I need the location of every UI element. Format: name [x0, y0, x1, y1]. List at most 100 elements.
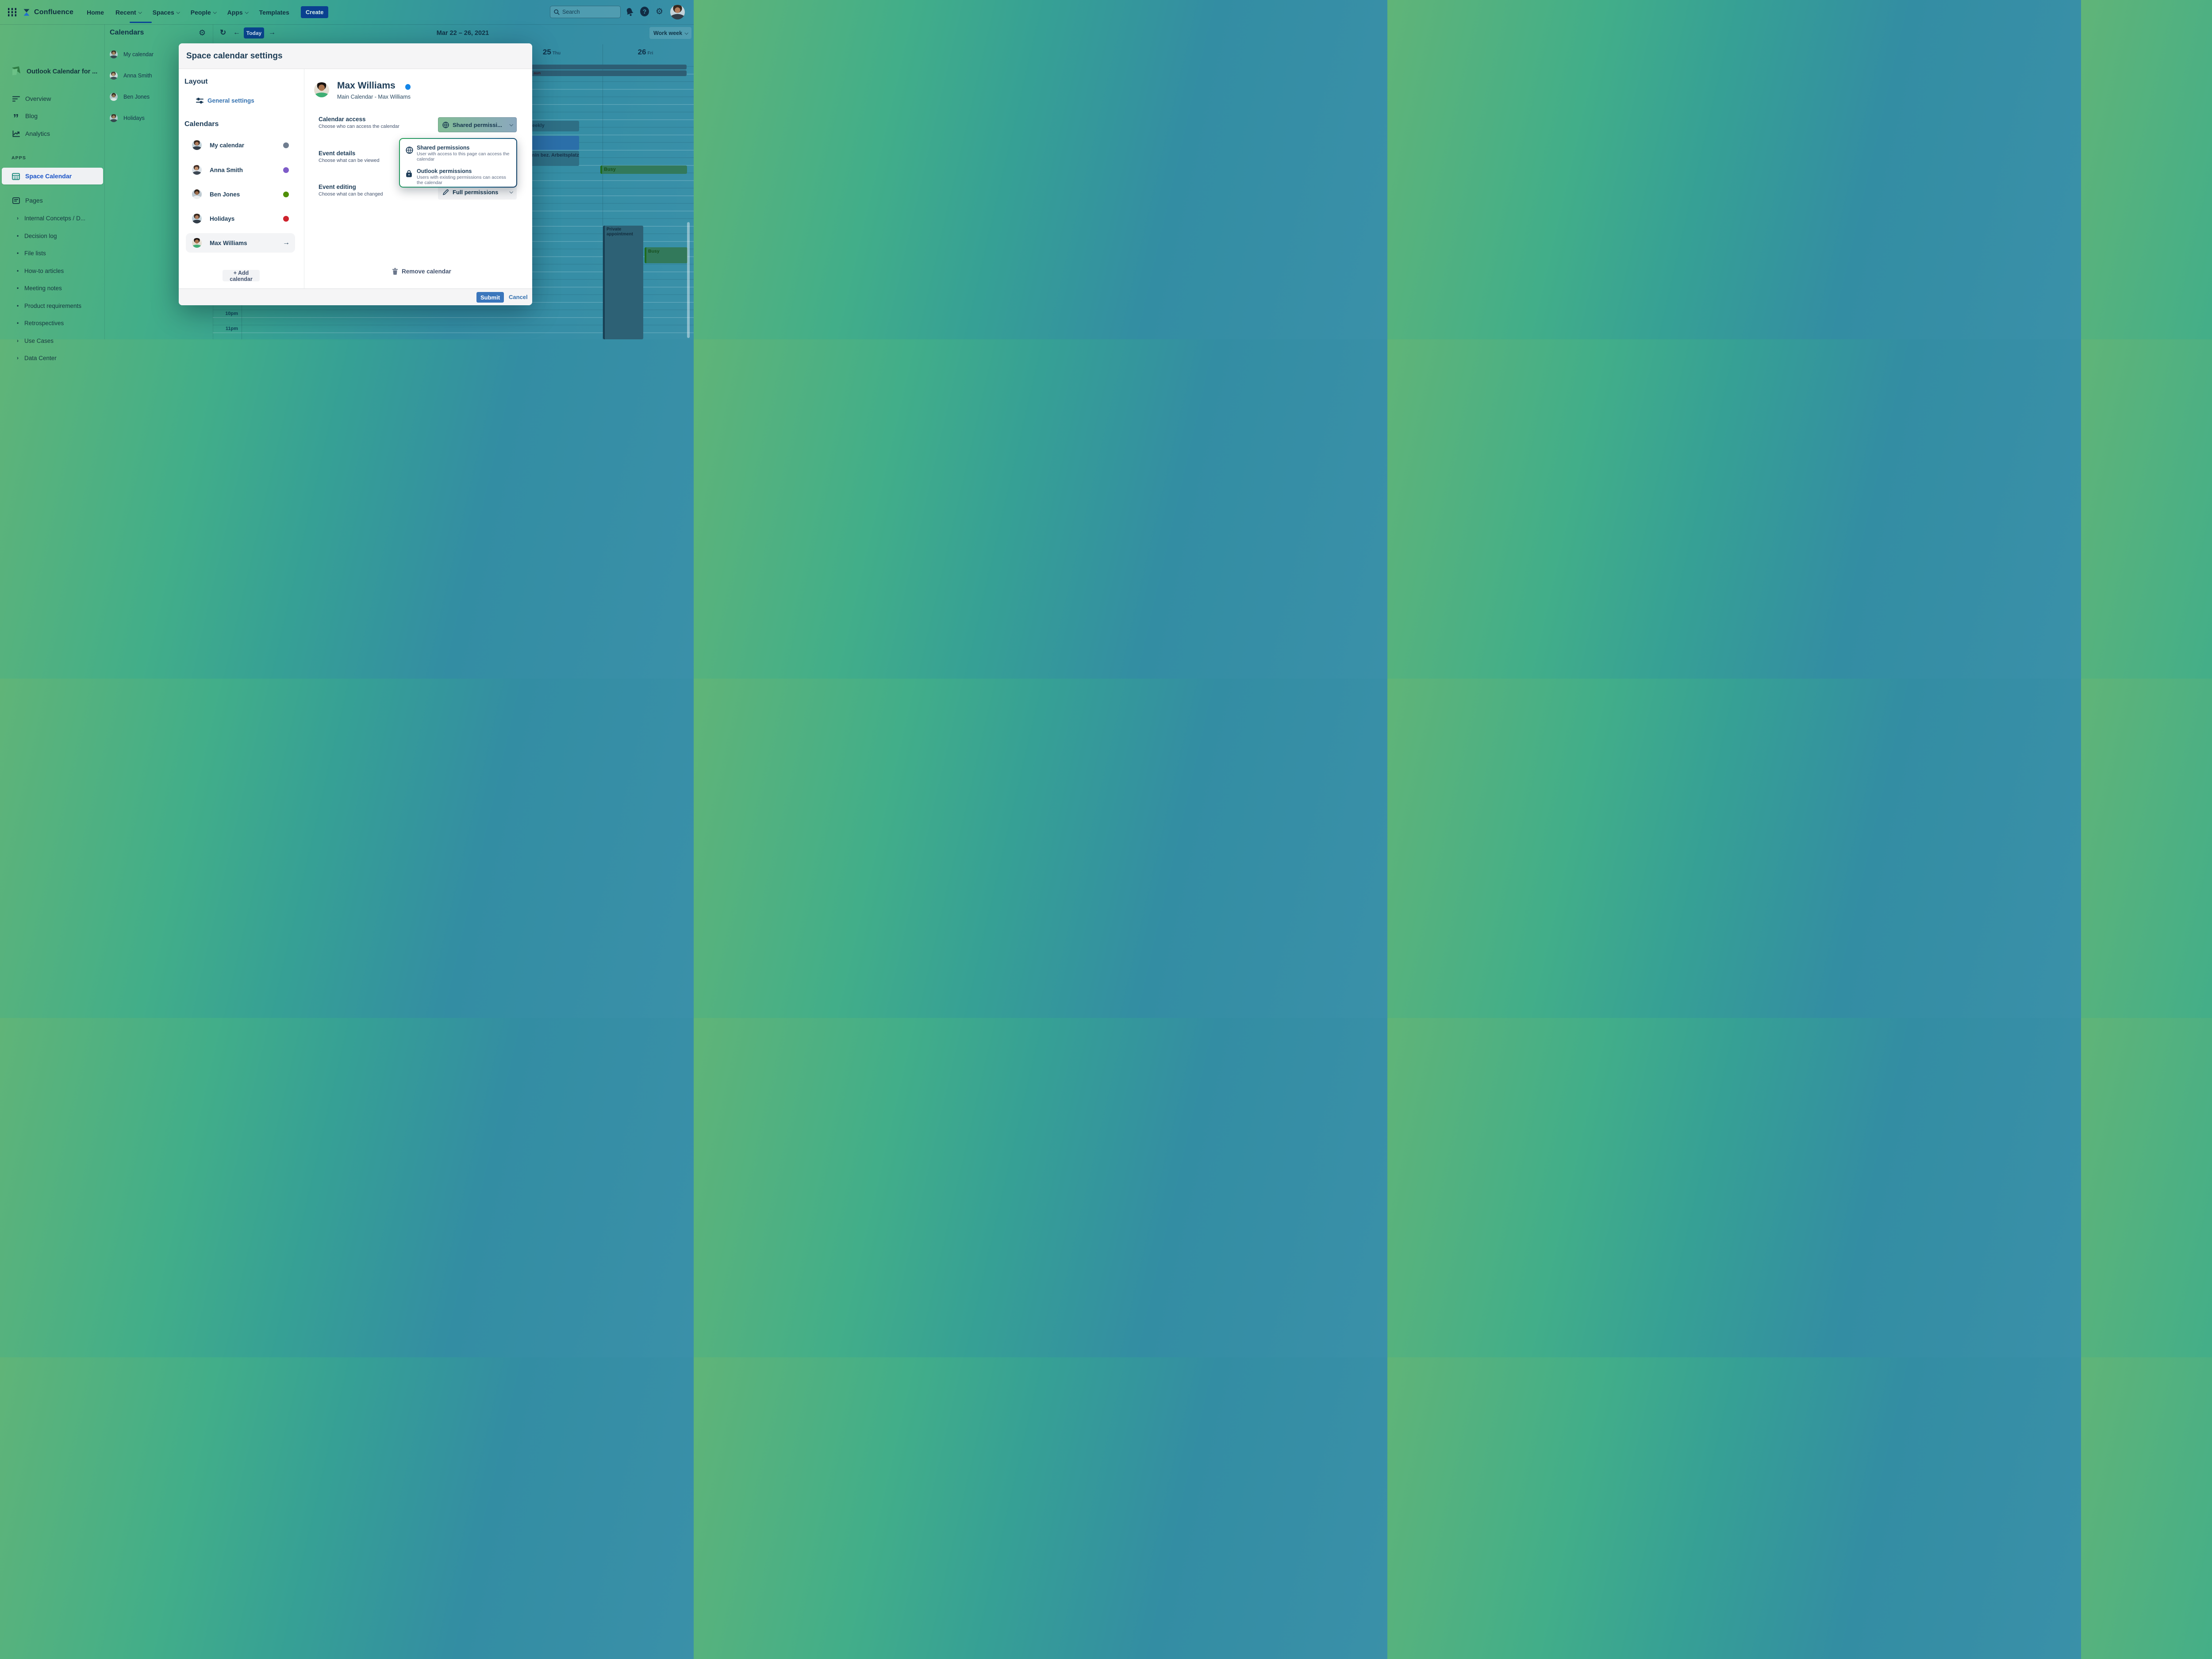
create-button[interactable]: Create	[301, 6, 328, 18]
sidebar-page-item[interactable]: •File lists	[0, 247, 105, 259]
modal-calendar-holidays[interactable]: Holidays	[186, 209, 295, 228]
event-editing-label: Event editing	[319, 184, 356, 190]
modal-calendar-max-williams[interactable]: Max Williams →	[186, 233, 295, 253]
bullet-icon: •	[17, 268, 23, 274]
avatar	[192, 238, 202, 248]
chevron-right-icon: ›	[17, 215, 23, 221]
avatar	[110, 114, 118, 122]
pages-icon	[12, 197, 20, 204]
notification-bell-icon[interactable]	[626, 8, 634, 17]
event-details-sub: Choose what can be viewed	[319, 158, 380, 163]
color-dot[interactable]	[283, 216, 289, 222]
calendar-access-dropdown: Shared permissions User with access to t…	[399, 138, 517, 188]
event-details-label: Event details	[319, 150, 355, 157]
dropdown-option-shared-permissions[interactable]: Shared permissions User with access to t…	[400, 145, 516, 166]
chevron-right-icon: ›	[17, 355, 23, 361]
refresh-icon[interactable]: ↻	[220, 28, 226, 37]
sidebar-page-item[interactable]: •Decision log	[0, 230, 105, 242]
search-input[interactable]	[562, 9, 611, 15]
nav-home[interactable]: Home	[87, 9, 104, 16]
view-mode-select[interactable]: Work week	[649, 27, 691, 39]
user-avatar[interactable]	[670, 5, 685, 19]
sidebar-page-item[interactable]: •Meeting notes	[0, 282, 105, 294]
lock-icon	[406, 170, 412, 180]
detail-subtitle: Main Calendar - Max Williams	[337, 94, 411, 100]
calendars-heading: Calendars	[184, 120, 219, 128]
scrollbar-thumb[interactable]	[687, 222, 690, 338]
avatar	[192, 165, 202, 175]
day-header-thu[interactable]: 25Thu	[525, 48, 578, 57]
add-calendar-button[interactable]: + Add calendar	[223, 270, 260, 281]
prev-arrow-icon[interactable]: ←	[233, 29, 240, 37]
quote-icon: ”	[12, 111, 20, 120]
nav-recent[interactable]: Recent	[115, 9, 141, 16]
sidebar-item-space-calendar[interactable]: Space Calendar	[2, 168, 103, 184]
dropdown-option-outlook-permissions[interactable]: Outlook permissions Users with existing …	[400, 168, 516, 189]
day-header-fri[interactable]: 26Fri	[619, 48, 672, 57]
sidebar-page-item[interactable]: •How-to articles	[0, 265, 105, 277]
search-icon	[554, 9, 560, 15]
avatar	[110, 72, 118, 80]
nav-spaces[interactable]: Spaces	[153, 9, 179, 16]
color-dot[interactable]	[283, 192, 289, 197]
settings-gear-icon[interactable]: ⚙	[656, 7, 663, 17]
chevron-down-icon	[509, 123, 513, 126]
calendar-access-select[interactable]: Shared permissi...	[438, 117, 517, 132]
today-button[interactable]: Today	[244, 27, 264, 38]
cancel-button[interactable]: Cancel	[509, 294, 528, 300]
event-private-appointment[interactable]: Private appointment	[603, 226, 643, 339]
modal-calendar-ben-jones[interactable]: Ben Jones	[186, 184, 295, 204]
sidebar-item-pages[interactable]: Pages	[0, 194, 105, 207]
globe-icon	[406, 146, 413, 156]
general-settings-item[interactable]: General settings	[196, 97, 254, 104]
layout-heading: Layout	[184, 78, 207, 86]
color-dot[interactable]	[283, 167, 289, 173]
nav-people[interactable]: People	[191, 9, 216, 16]
space-logo-icon	[10, 65, 22, 77]
search-box[interactable]	[550, 6, 621, 18]
trash-icon	[392, 268, 398, 275]
calendar-icon	[12, 173, 20, 180]
nav-templates[interactable]: Templates	[259, 9, 289, 16]
app-grid-icon[interactable]	[8, 8, 16, 16]
event-editing-sub: Choose what can be changed	[319, 192, 383, 197]
arrow-right-icon: →	[283, 239, 290, 247]
chevron-down-icon	[245, 10, 248, 14]
detail-name: Max Williams	[337, 81, 396, 91]
sidebar-page-item[interactable]: ›Use Cases	[0, 334, 105, 347]
pencil-icon	[442, 189, 449, 196]
next-arrow-icon[interactable]: →	[269, 29, 276, 37]
sidebar-page-item[interactable]: ›Internal Concetps / D...	[0, 212, 105, 224]
chevron-down-icon	[176, 10, 180, 14]
sidebar-item-blog[interactable]: ” Blog	[0, 109, 105, 123]
submit-button[interactable]: Submit	[476, 292, 504, 303]
bullet-icon: •	[17, 303, 23, 309]
avatar	[110, 93, 118, 101]
date-range-label: Mar 22 – 26, 2021	[427, 30, 498, 37]
time-label: 11pm	[215, 326, 238, 331]
modal-calendar-my-calendar[interactable]: My calendar	[186, 135, 295, 155]
sidebar-item-overview[interactable]: Overview	[0, 92, 105, 105]
space-title[interactable]: Outlook Calendar for ...	[27, 68, 101, 75]
modal-calendar-anna-smith[interactable]: Anna Smith	[186, 160, 295, 180]
modal-header: Space calendar settings	[179, 43, 532, 69]
sidebar-page-item[interactable]: •Product requirements	[0, 300, 105, 312]
bullet-icon: •	[17, 285, 23, 291]
sidebar-page-item[interactable]: ›Data Center	[0, 352, 105, 364]
event-busy[interactable]: Busy	[600, 165, 687, 174]
overview-icon	[12, 96, 20, 102]
sidebar-item-analytics[interactable]: Analytics	[0, 127, 105, 140]
calendar-settings-gear-icon[interactable]: ⚙	[199, 28, 206, 38]
avatar	[192, 189, 202, 199]
bullet-icon: •	[17, 320, 23, 326]
remove-calendar-button[interactable]: Remove calendar	[392, 268, 451, 275]
event-busy[interactable]: Busy	[645, 247, 687, 263]
analytics-icon	[12, 131, 20, 137]
color-dot[interactable]	[283, 142, 289, 148]
sidebar-page-item[interactable]: •Retrospectives	[0, 317, 105, 329]
chevron-down-icon	[685, 31, 688, 35]
help-icon[interactable]: ?	[640, 7, 649, 16]
avatar	[110, 50, 118, 58]
brand-wordmark: Confluence	[34, 8, 73, 16]
nav-apps[interactable]: Apps	[227, 9, 248, 16]
